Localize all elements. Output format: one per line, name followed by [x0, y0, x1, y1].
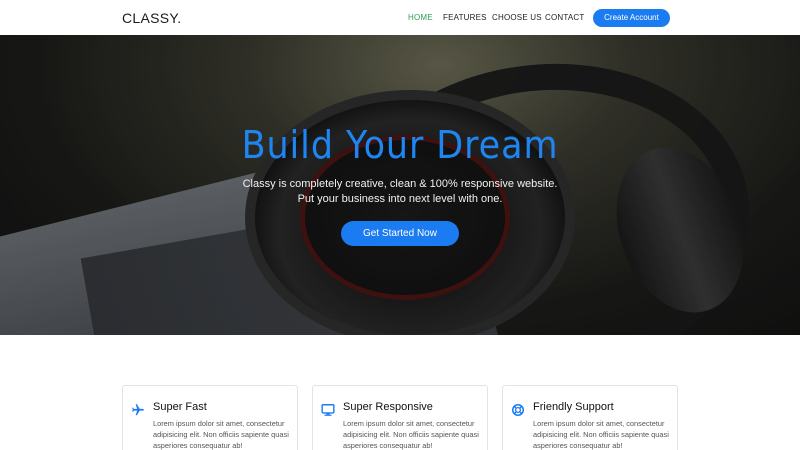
- feature-title: Super Fast: [153, 401, 207, 413]
- hero-subtitle-line-1: Classy is completely creative, clean & 1…: [242, 178, 558, 190]
- feature-card-super-responsive: Super Responsive Lorem ipsum dolor sit a…: [312, 385, 488, 450]
- lifebuoy-icon: [511, 403, 525, 417]
- feature-title: Super Responsive: [343, 401, 433, 413]
- feature-card-super-fast: Super Fast Lorem ipsum dolor sit amet, c…: [122, 385, 298, 450]
- feature-title: Friendly Support: [533, 401, 614, 413]
- feature-card-friendly-support: Friendly Support Lorem ipsum dolor sit a…: [502, 385, 678, 450]
- create-account-button[interactable]: Create Account: [593, 9, 670, 27]
- feature-description: Lorem ipsum dolor sit amet, consectetur …: [343, 419, 479, 450]
- hero-subtitle-line-2: Put your business into next level with o…: [297, 193, 503, 205]
- navbar: CLASSY. HOME FEATURES CHOOSE US CONTACT …: [0, 0, 800, 35]
- nav-link-features[interactable]: FEATURES: [443, 13, 487, 22]
- get-started-button[interactable]: Get Started Now: [341, 221, 459, 246]
- feature-description: Lorem ipsum dolor sit amet, consectetur …: [533, 419, 669, 450]
- nav-link-choose-us[interactable]: CHOOSE US: [492, 13, 542, 22]
- nav-links: HOME FEATURES CHOOSE US CONTACT: [0, 13, 800, 25]
- feature-description: Lorem ipsum dolor sit amet, consectetur …: [153, 419, 289, 450]
- nav-link-contact[interactable]: CONTACT: [545, 13, 584, 22]
- airplane-icon: [132, 404, 144, 416]
- hero-section: Build Your Dream Classy is completely cr…: [0, 35, 800, 335]
- monitor-icon: [321, 404, 335, 416]
- nav-link-home[interactable]: HOME: [408, 13, 433, 22]
- features-section: Super Fast Lorem ipsum dolor sit amet, c…: [0, 335, 800, 450]
- hero-title: Build Your Dream: [241, 123, 559, 167]
